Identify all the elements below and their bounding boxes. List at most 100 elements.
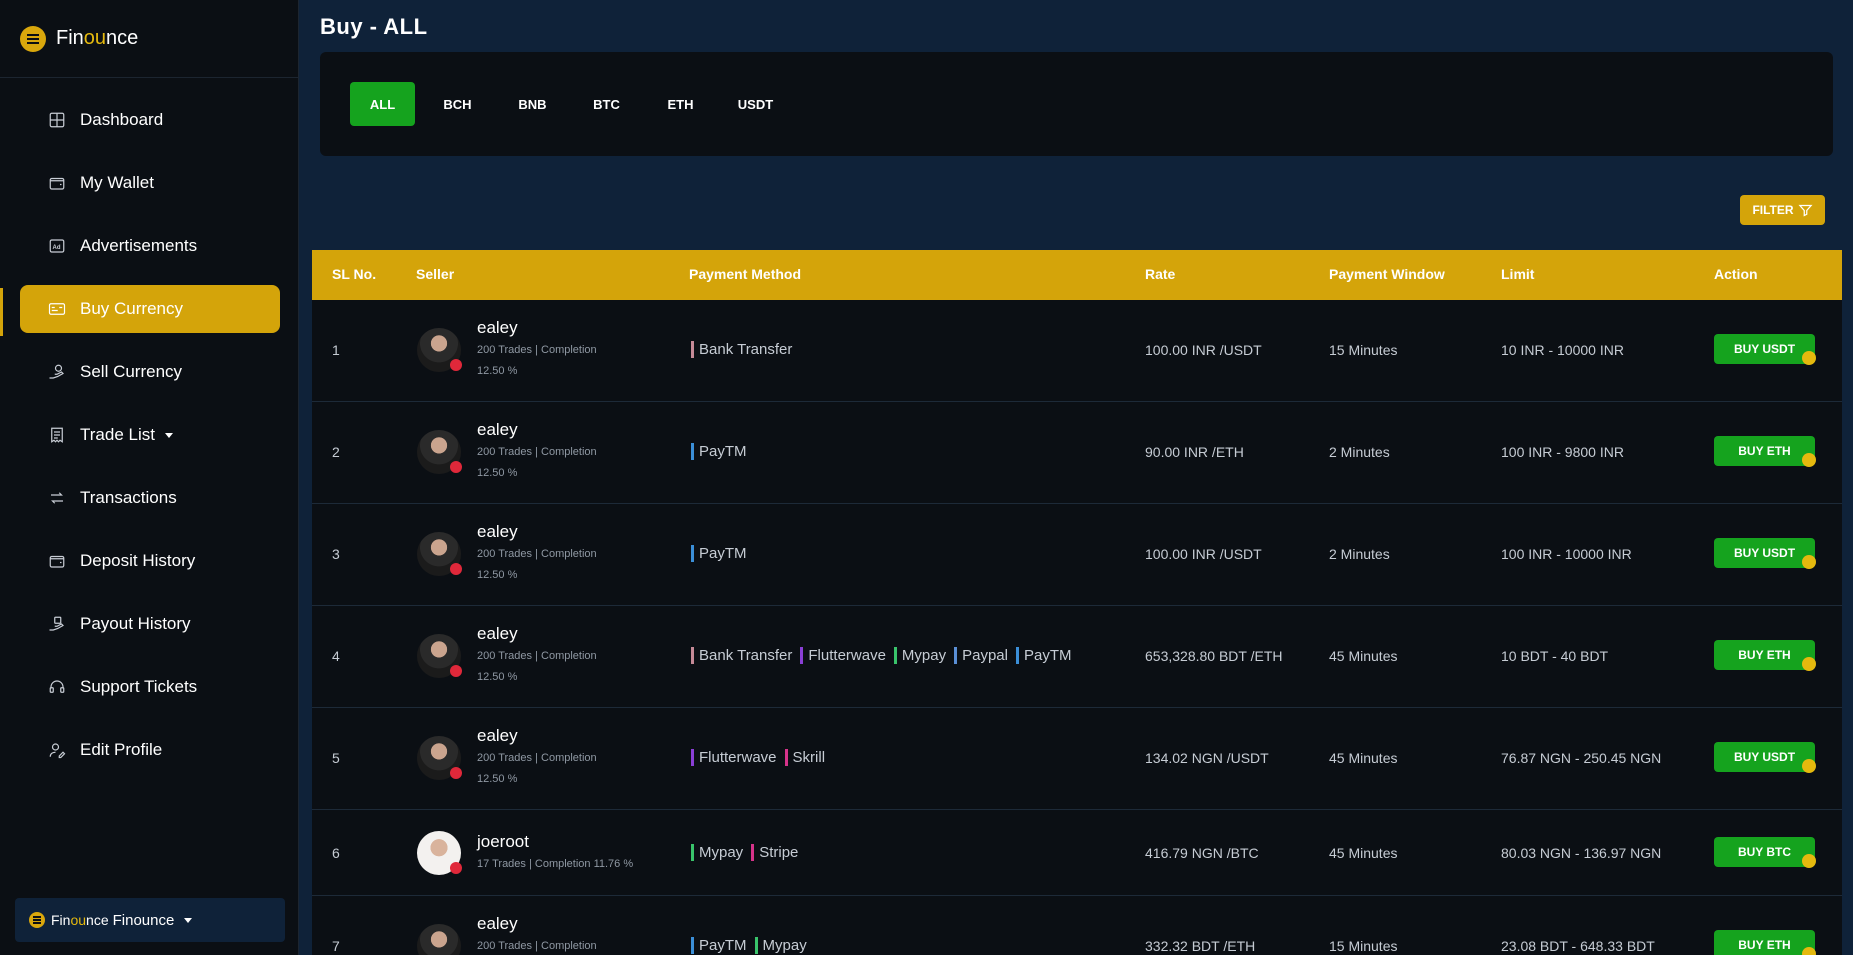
sidebar-item-dashboard[interactable]: Dashboard	[20, 96, 280, 144]
rate: 332.32 BDT /ETH	[1145, 938, 1256, 954]
chevron-down-icon	[164, 432, 173, 438]
buy-button[interactable]: BUY ETH	[1714, 436, 1816, 467]
payment-method-tag: Mypay	[754, 937, 807, 954]
col-limit: Limit	[1501, 266, 1535, 282]
limit: 23.08 BDT - 648.33 BDT	[1501, 938, 1655, 954]
sidebar-item-label: Payout History	[80, 614, 191, 633]
seller-name[interactable]: ealey	[477, 420, 518, 440]
avatar	[417, 634, 462, 678]
sidebar-item-deposit-history[interactable]: Deposit History	[20, 537, 280, 585]
payment-method-tag: Flutterwave	[800, 647, 886, 664]
seller-name[interactable]: ealey	[477, 914, 518, 934]
tab-btc[interactable]: BTC	[574, 82, 639, 126]
col-action: Action	[1714, 266, 1758, 282]
payment-method-tag: Mypay	[691, 844, 743, 861]
account-menu[interactable]: Finounce Finounce	[15, 898, 285, 942]
payment-window: 2 Minutes	[1329, 546, 1390, 562]
sidebar-item-support-tickets[interactable]: Support Tickets	[20, 663, 280, 711]
col-payment-method: Payment Method	[689, 266, 802, 282]
buy-button[interactable]: BUY ETH	[1714, 930, 1816, 955]
rate: 100.00 INR /USDT	[1145, 546, 1262, 562]
sidebar-item-advertisements[interactable]: Ad Advertisements	[20, 222, 280, 270]
sidebar-item-trade-list[interactable]: Trade List	[20, 411, 280, 459]
brand-name: Finounce	[56, 27, 139, 49]
sidebar-item-label: Deposit History	[80, 551, 196, 570]
finounce-logo-icon	[20, 25, 46, 52]
seller-name[interactable]: ealey	[477, 522, 518, 542]
payment-method-tag: PayTM	[691, 937, 747, 954]
col-seller: Seller	[416, 266, 455, 282]
sidebar-item-sell-currency[interactable]: Sell Currency	[20, 348, 280, 396]
buy-button-label: BUY BTC	[1737, 845, 1792, 859]
payment-window: 15 Minutes	[1329, 938, 1398, 954]
table-row: 1 ealey 200 Trades | Completion 12.50 % Ban…	[312, 300, 1842, 402]
sidebar-item-transactions[interactable]: Transactions	[20, 474, 280, 522]
payment-method-tag: Bank Transfer	[691, 341, 792, 358]
brand-name-small: Finounce	[51, 912, 109, 928]
seller-stats: 200 Trades | Completion	[477, 940, 597, 952]
payment-window: 45 Minutes	[1329, 750, 1398, 766]
payment-window: 2 Minutes	[1329, 444, 1390, 460]
sl-number: 3	[332, 546, 340, 562]
avatar	[417, 831, 462, 875]
rate: 653,328.80 BDT /ETH	[1145, 648, 1283, 664]
card-icon	[48, 300, 66, 318]
buy-button-label: BUY ETH	[1738, 938, 1791, 952]
sl-number: 2	[332, 444, 340, 460]
limit: 10 BDT - 40 BDT	[1501, 648, 1609, 664]
seller-stats: 17 Trades | Completion 11.76 %	[477, 858, 634, 870]
buy-button[interactable]: BUY USDT	[1714, 538, 1816, 569]
sidebar-nav: Dashboard My Wallet Ad Advertisements Buy Cu…	[20, 96, 280, 789]
sidebar-item-buy-currency[interactable]: Buy Currency	[20, 285, 280, 333]
status-dot	[450, 767, 462, 779]
sidebar-item-edit-profile[interactable]: Edit Profile	[20, 726, 280, 774]
buy-button[interactable]: BUY USDT	[1714, 742, 1816, 773]
tab-usdt[interactable]: USDT	[723, 82, 788, 126]
tab-eth[interactable]: ETH	[648, 82, 713, 126]
payment-method-tag: Bank Transfer	[691, 647, 792, 664]
payment-method-tag: PayTM	[691, 545, 747, 562]
limit: 76.87 NGN - 250.45 NGN	[1501, 750, 1662, 766]
finounce-logo-icon	[29, 912, 45, 928]
sidebar-item-payout-history[interactable]: Payout History	[20, 600, 280, 648]
payment-method-tag: Mypay	[893, 647, 946, 664]
coin-icon	[1802, 351, 1816, 365]
sidebar-item-label: Support Tickets	[80, 677, 198, 696]
table-body: 1 ealey 200 Trades | Completion 12.50 % Ban…	[312, 300, 1842, 955]
buy-button[interactable]: BUY USDT	[1714, 334, 1816, 365]
seller-name[interactable]: ealey	[477, 318, 518, 338]
grid-icon	[48, 111, 66, 129]
filter-button[interactable]: FILTER	[1740, 195, 1825, 225]
table-row: 2 ealey 200 Trades | Completion 12.50 % Pay…	[312, 402, 1842, 504]
payment-methods: PayTM Mypay	[691, 937, 807, 954]
buy-button-label: BUY ETH	[1738, 648, 1791, 662]
offers-table: SL No. Seller Payment Method Rate Paymen…	[312, 250, 1842, 955]
avatar	[417, 532, 462, 576]
tab-bnb[interactable]: BNB	[500, 82, 565, 126]
tab-bch[interactable]: BCH	[425, 82, 490, 126]
payment-methods: PayTM	[691, 443, 747, 460]
rate: 416.79 NGN /BTC	[1145, 845, 1259, 861]
buy-button-label: BUY ETH	[1738, 444, 1791, 458]
avatar	[417, 924, 461, 955]
sidebar-item-my-wallet[interactable]: My Wallet	[20, 159, 280, 207]
coin-icon	[1802, 759, 1816, 773]
sidebar-item-label: Trade List	[80, 425, 155, 444]
status-dot	[450, 665, 462, 677]
coin-icon	[1802, 555, 1816, 569]
seller-name[interactable]: ealey	[477, 726, 518, 746]
seller-stats: 200 Trades | Completion 12.50 %	[477, 344, 597, 377]
brand-logo[interactable]: Finounce	[0, 0, 298, 78]
buy-button-label: BUY USDT	[1733, 546, 1796, 560]
table-row: 7 ealey 200 Trades | Completion PayTM Mypay 3…	[312, 896, 1842, 955]
sidebar-item-label: Dashboard	[80, 110, 164, 129]
wallet-icon	[48, 174, 66, 192]
sidebar-item-label: Buy Currency	[80, 299, 183, 318]
buy-button[interactable]: BUY ETH	[1714, 640, 1816, 671]
headset-icon	[48, 678, 66, 696]
seller-name[interactable]: joeroot	[477, 832, 529, 852]
seller-name[interactable]: ealey	[477, 624, 518, 644]
col-payment-window: Payment Window	[1329, 266, 1445, 282]
buy-button[interactable]: BUY BTC	[1714, 837, 1816, 868]
tab-all[interactable]: ALL	[350, 82, 415, 126]
